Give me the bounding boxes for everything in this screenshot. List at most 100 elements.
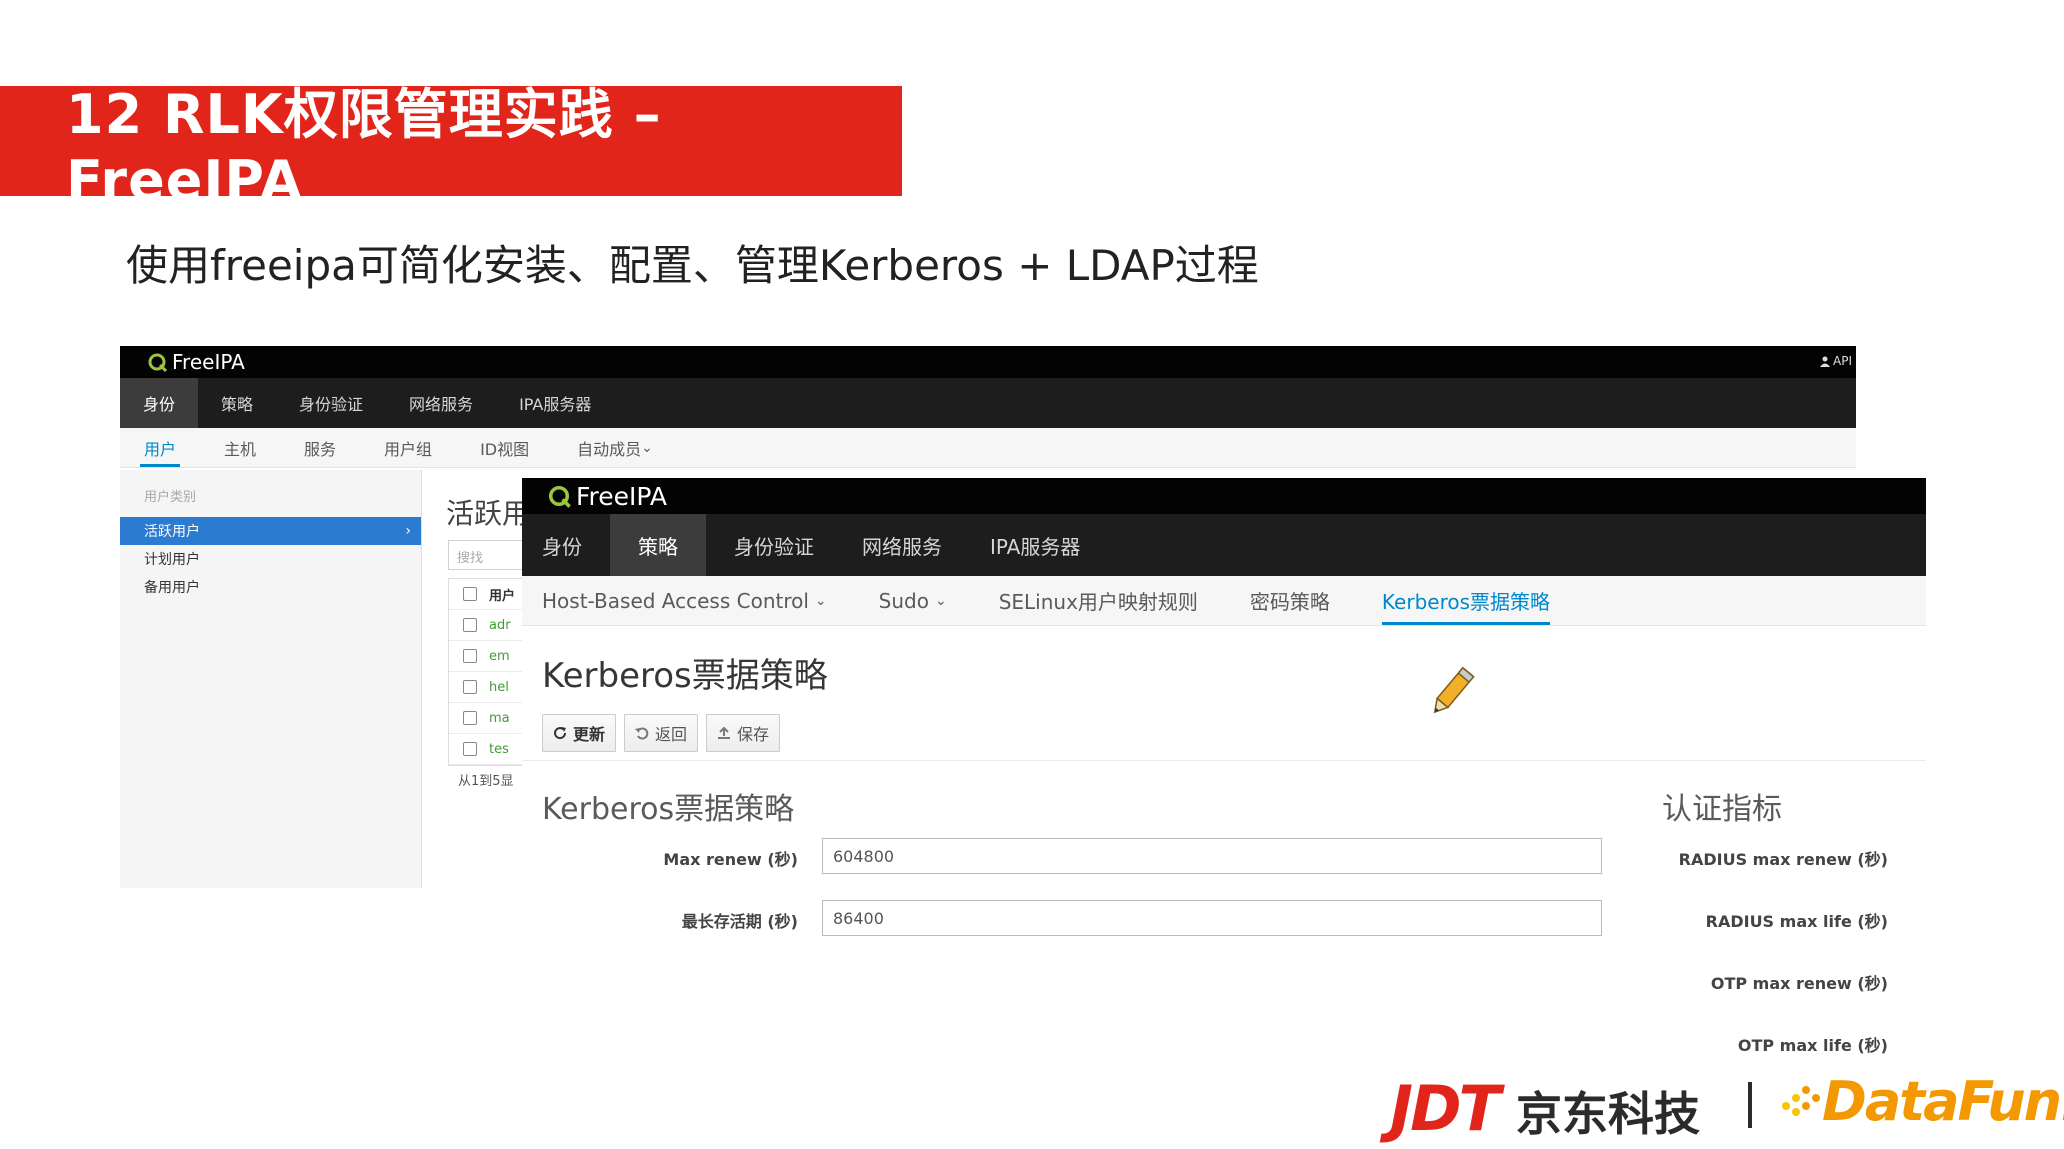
back-subnav-automember-label: 自动成员 bbox=[577, 439, 642, 459]
refresh-button[interactable]: 更新 bbox=[542, 714, 617, 752]
max-renew-label: Max renew (秒) bbox=[663, 850, 798, 869]
front-topbar: FreeIPA bbox=[522, 478, 1926, 514]
slide-title: 12 RLK权限管理实践 – FreeIPA bbox=[66, 83, 662, 212]
back-brand-text: FreeIPA bbox=[172, 350, 245, 374]
row-checkbox[interactable] bbox=[463, 742, 477, 756]
back-nav-identity[interactable]: 身份 bbox=[120, 378, 199, 428]
chevron-down-icon: ⌄ bbox=[934, 592, 947, 609]
tab-hbac[interactable]: Host-Based Access Control ⌄ bbox=[542, 576, 827, 625]
freeipa-logo-icon bbox=[148, 353, 168, 373]
revert-button[interactable]: 返回 bbox=[624, 714, 699, 752]
back-subnav-automember[interactable]: 自动成员 ⌄ bbox=[577, 428, 675, 467]
sidebar-item-label: 活跃用户 bbox=[144, 524, 200, 540]
section-title: Kerberos票据策略 bbox=[542, 792, 795, 827]
otp-max-renew-label: OTP max renew (秒) bbox=[1710, 974, 1888, 993]
toolbar: 更新 返回 保存 bbox=[542, 714, 781, 752]
max-life-label: 最长存活期 (秒) bbox=[681, 912, 798, 931]
front-freeipa-window: FreeIPA 身份 策略 身份验证 网络服务 IPA服务器 Host-Base… bbox=[522, 478, 1926, 1078]
back-subnav-hosts[interactable]: 主机 bbox=[224, 428, 278, 467]
slide-subtitle: 使用freeipa可简化安装、配置、管理Kerberos + LDAP过程 bbox=[126, 241, 1259, 290]
chevron-right-icon: › bbox=[405, 523, 411, 539]
back-nav-policy[interactable]: 策略 bbox=[198, 378, 276, 428]
row-checkbox[interactable] bbox=[463, 680, 477, 694]
back-table-footer: 从1到5显 bbox=[458, 774, 514, 789]
back-subnav-services[interactable]: 服务 bbox=[304, 428, 358, 467]
tab-password-policy[interactable]: 密码策略 bbox=[1250, 576, 1330, 625]
back-users-table: 用户 adr em hel ma tes bbox=[448, 578, 528, 766]
back-nav-authentication[interactable]: 身份验证 bbox=[276, 378, 386, 428]
datafun-logo-text: DataFun. bbox=[1822, 1070, 2064, 1133]
front-nav-network-services[interactable]: 网络服务 bbox=[842, 514, 962, 576]
sidebar-header: 用户类别 bbox=[144, 490, 197, 505]
back-nav-ipa-server[interactable]: IPA服务器 bbox=[496, 378, 614, 428]
back-nav-network-services[interactable]: 网络服务 bbox=[386, 378, 496, 428]
user-link[interactable]: em bbox=[489, 649, 510, 664]
chevron-down-icon: ⌄ bbox=[814, 592, 827, 609]
back-search-input[interactable]: 搜找 bbox=[448, 540, 528, 570]
jdt-logo: JDT bbox=[1390, 1072, 1501, 1145]
max-renew-input[interactable]: 604800 bbox=[822, 838, 1602, 874]
auth-indicators-title: 认证指标 bbox=[1662, 792, 1782, 827]
save-button-label: 保存 bbox=[737, 725, 770, 744]
logo-separator bbox=[1748, 1082, 1752, 1128]
back-subnav-groups[interactable]: 用户组 bbox=[384, 428, 454, 467]
back-api-link[interactable]: API bbox=[1820, 354, 1852, 368]
front-brand-text: FreeIPA bbox=[576, 481, 668, 511]
radius-max-life-label: RADIUS max life (秒) bbox=[1705, 912, 1888, 931]
back-page-title: 活跃用 bbox=[446, 497, 531, 530]
section-divider bbox=[522, 760, 1926, 761]
sidebar-item-active-users[interactable]: 活跃用户 › bbox=[120, 517, 421, 545]
back-topbar: FreeIPA API bbox=[120, 346, 1856, 378]
otp-max-life-label: OTP max life (秒) bbox=[1737, 1036, 1888, 1055]
front-subnav: Host-Based Access Control ⌄ Sudo ⌄ SELin… bbox=[522, 576, 1926, 626]
select-all-checkbox[interactable] bbox=[463, 587, 477, 601]
user-icon bbox=[1820, 356, 1831, 367]
front-main-nav: 身份 策略 身份验证 网络服务 IPA服务器 bbox=[522, 514, 1926, 576]
back-main-nav: 身份 策略 身份验证 网络服务 IPA服务器 bbox=[120, 378, 1856, 428]
tab-hbac-label: Host-Based Access Control bbox=[542, 588, 809, 613]
row-checkbox[interactable] bbox=[463, 711, 477, 725]
tab-kerberos-policy[interactable]: Kerberos票据策略 bbox=[1381, 576, 1551, 625]
chevron-down-icon: ⌄ bbox=[641, 439, 653, 456]
front-freeipa-logo[interactable]: FreeIPA bbox=[546, 482, 667, 511]
front-nav-ipa-server[interactable]: IPA服务器 bbox=[970, 514, 1100, 576]
back-freeipa-logo[interactable]: FreeIPA bbox=[146, 350, 245, 374]
row-checkbox[interactable] bbox=[463, 618, 477, 632]
revert-button-label: 返回 bbox=[655, 725, 688, 744]
back-subnav-users[interactable]: 用户 bbox=[139, 428, 198, 467]
table-row: tes bbox=[449, 734, 527, 765]
jd-technology-logo-text: 京东科技 bbox=[1516, 1087, 1700, 1141]
back-sidebar: 用户类别 活跃用户 › 计划用户 备用用户 bbox=[120, 470, 422, 888]
table-row: ma bbox=[449, 703, 527, 734]
back-subnav-id-views[interactable]: ID视图 bbox=[480, 428, 551, 467]
user-link[interactable]: tes bbox=[489, 742, 509, 757]
back-api-label: API bbox=[1833, 354, 1852, 368]
table-header-user: 用户 bbox=[489, 588, 516, 604]
user-link[interactable]: hel bbox=[489, 680, 509, 695]
pencil-icon bbox=[1433, 666, 1475, 714]
tab-selinux-usermap[interactable]: SELinux用户映射规则 bbox=[999, 576, 1198, 625]
tab-sudo[interactable]: Sudo ⌄ bbox=[879, 576, 947, 625]
refresh-button-label: 更新 bbox=[573, 725, 606, 744]
save-button[interactable]: 保存 bbox=[706, 714, 781, 752]
front-nav-identity[interactable]: 身份 bbox=[522, 514, 602, 576]
table-header-row: 用户 bbox=[449, 579, 527, 610]
sidebar-item-preserved-users[interactable]: 备用用户 bbox=[120, 573, 421, 601]
refresh-icon bbox=[554, 727, 567, 740]
page-title: Kerberos票据策略 bbox=[542, 656, 828, 696]
tab-sudo-label: Sudo bbox=[878, 588, 929, 613]
table-row: em bbox=[449, 641, 527, 672]
row-checkbox[interactable] bbox=[463, 649, 477, 663]
freeipa-logo-icon bbox=[548, 485, 571, 508]
radius-max-renew-label: RADIUS max renew (秒) bbox=[1678, 850, 1888, 869]
front-nav-authentication[interactable]: 身份验证 bbox=[714, 514, 834, 576]
back-subnav: 用户 主机 服务 用户组 ID视图 自动成员 ⌄ bbox=[120, 428, 1856, 468]
user-link[interactable]: ma bbox=[489, 711, 510, 726]
user-link[interactable]: adr bbox=[489, 618, 511, 633]
front-nav-policy[interactable]: 策略 bbox=[610, 514, 706, 576]
max-life-input[interactable]: 86400 bbox=[822, 900, 1602, 936]
table-row: hel bbox=[449, 672, 527, 703]
undo-icon bbox=[635, 727, 649, 740]
sidebar-item-stage-users[interactable]: 计划用户 bbox=[120, 545, 421, 573]
slide-title-banner: 12 RLK权限管理实践 – FreeIPA bbox=[0, 83, 902, 212]
